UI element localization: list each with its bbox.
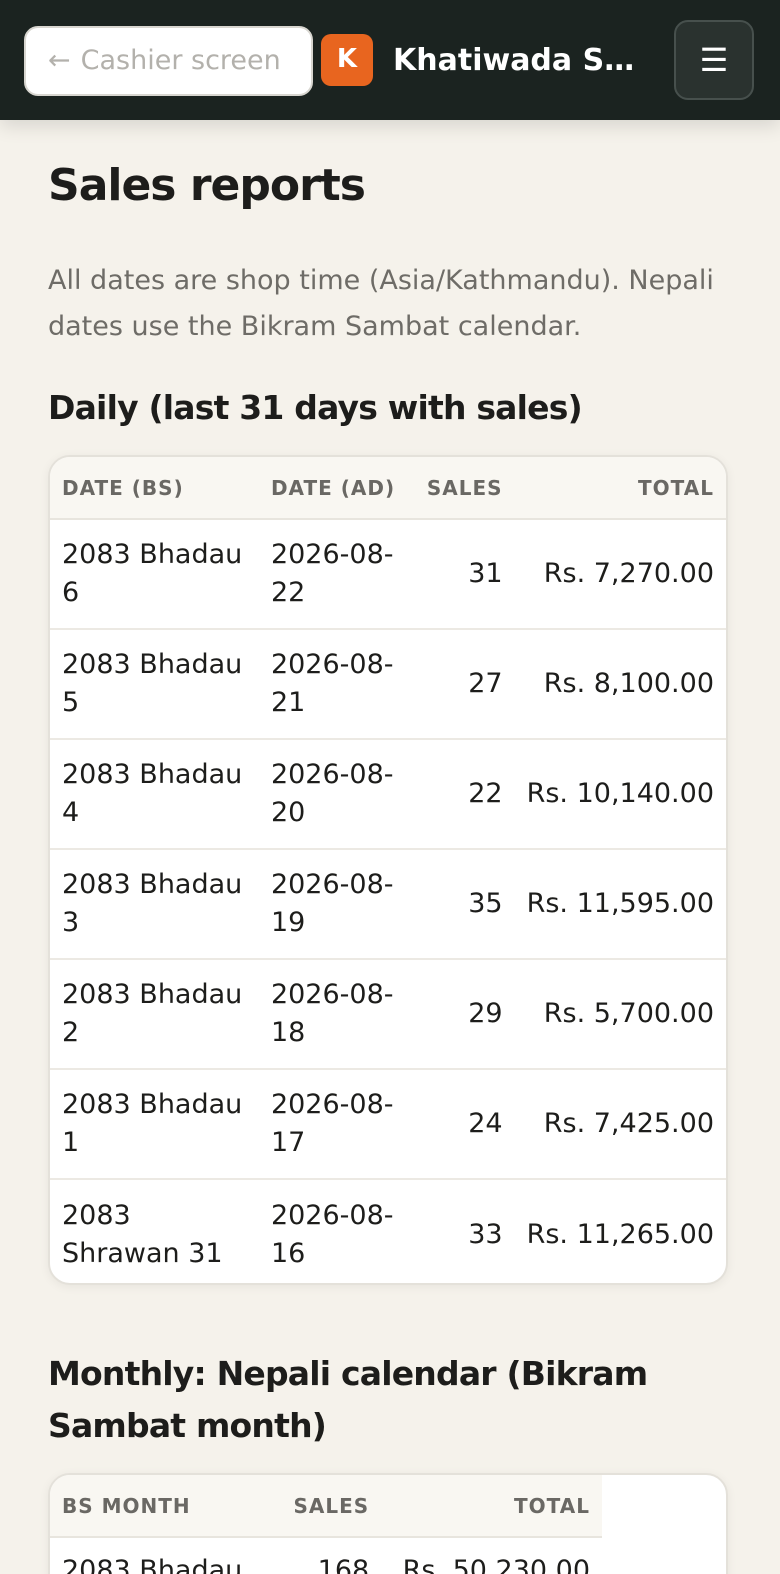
total-cell: Rs. 11,265.00: [526, 1218, 714, 1250]
table-row: 2083 Bhadau 1 2026-08-17 24 Rs. 7,425.00: [50, 1069, 726, 1180]
date-bs-cell: 2083 Bhadau 2: [50, 959, 259, 1070]
sales-count-cell: 31: [408, 519, 515, 630]
sales-count-cell: 29: [408, 959, 515, 1070]
date-bs-cell: 2083 Bhadau 1: [50, 1069, 259, 1180]
daily-report-table: Date (BS) Date (AD) Sales Total 2083 Bha…: [50, 457, 726, 1283]
shop-logo: K: [321, 34, 373, 86]
monthly-report-table: BS Month Sales Total 2083 Bhadau 168 Rs.…: [50, 1475, 602, 1574]
date-bs-cell: 2083 Bhadau 3: [50, 849, 259, 960]
monthly-section-title: Monthly: Nepali calendar (Bikram Sambat …: [48, 1354, 648, 1445]
page-title: Sales reports: [48, 160, 366, 211]
column-header-date-ad: Date (AD): [258, 457, 409, 520]
total-cell: Rs. 10,140.00: [514, 739, 726, 850]
timezone-note: All dates are shop time (Asia/Kathmandu)…: [48, 265, 714, 342]
date-bs-cell: 2083 Bhadau 6: [50, 519, 259, 630]
date-ad-cell: 2026-08-22: [258, 519, 409, 630]
date-ad-cell: 2026-08-19: [258, 849, 409, 960]
date-ad-cell: 2026-08-20: [258, 739, 409, 850]
hamburger-menu-icon: ☰: [699, 41, 729, 79]
back-to-cashier-button[interactable]: ← Cashier screen: [24, 26, 313, 96]
column-header-sales: Sales: [280, 1475, 382, 1538]
sales-count-cell: 22: [408, 739, 515, 850]
table-row: 2083 Bhadau 6 2026-08-22 31 Rs. 7,270.00: [50, 519, 726, 630]
total-cell: Rs. 50,230.00: [402, 1555, 590, 1574]
table-row: 2083 Shrawan 31 2026-08-16 33 Rs. 11,265…: [50, 1179, 726, 1283]
table-header-row: Date (BS) Date (AD) Sales Total: [50, 457, 726, 520]
column-header-total: Total: [381, 1475, 602, 1538]
top-bar: ← Cashier screen K Khatiwada Store ☰: [0, 0, 780, 120]
back-arrow-icon: ←: [48, 45, 71, 76]
date-ad-cell: 2026-08-21: [258, 629, 409, 740]
sales-count-cell: 27: [408, 629, 515, 740]
total-cell: Rs. 11,595.00: [514, 849, 726, 960]
total-cell: Rs. 7,270.00: [514, 519, 726, 630]
monthly-report-card: BS Month Sales Total 2083 Bhadau 168 Rs.…: [48, 1473, 728, 1574]
total-cell: Rs. 7,425.00: [514, 1069, 726, 1180]
sales-count-cell: 35: [408, 849, 515, 960]
date-ad-cell: 2026-08-17: [258, 1069, 409, 1180]
total-cell: Rs. 5,700.00: [514, 959, 726, 1070]
daily-report-card: Date (BS) Date (AD) Sales Total 2083 Bha…: [48, 455, 728, 1285]
date-bs-cell: 2083 Bhadau 4: [50, 739, 259, 850]
date-ad-cell: 2026-08-16: [270, 1199, 394, 1269]
date-bs-cell: 2083 Bhadau 5: [50, 629, 259, 740]
back-button-label: Cashier screen: [80, 45, 281, 76]
date-ad-cell: 2026-08-18: [258, 959, 409, 1070]
table-row: 2083 Bhadau 4 2026-08-20 22 Rs. 10,140.0…: [50, 739, 726, 850]
column-header-sales: Sales: [408, 457, 515, 520]
bs-month-cell: 2083 Bhadau: [62, 1555, 243, 1574]
table-row: 2083 Bhadau 168 Rs. 50,230.00: [50, 1537, 602, 1574]
column-header-date-bs: Date (BS): [50, 457, 259, 520]
date-bs-cell: 2083 Shrawan 31: [62, 1199, 223, 1269]
column-header-bs-month: BS Month: [50, 1475, 281, 1538]
sales-count-cell: 168: [317, 1555, 370, 1574]
total-cell: Rs. 8,100.00: [514, 629, 726, 740]
table-row: 2083 Bhadau 5 2026-08-21 27 Rs. 8,100.00: [50, 629, 726, 740]
table-row: 2083 Bhadau 2 2026-08-18 29 Rs. 5,700.00: [50, 959, 726, 1070]
table-row: 2083 Bhadau 3 2026-08-19 35 Rs. 11,595.0…: [50, 849, 726, 960]
sales-count-cell: 33: [468, 1218, 503, 1250]
table-header-row: BS Month Sales Total: [50, 1475, 602, 1538]
sales-count-cell: 24: [408, 1069, 515, 1180]
daily-section-title: Daily (last 31 days with sales): [48, 388, 583, 427]
menu-button[interactable]: ☰: [674, 20, 754, 100]
column-header-total: Total: [514, 457, 726, 520]
shop-name: Khatiwada Store: [393, 43, 643, 78]
